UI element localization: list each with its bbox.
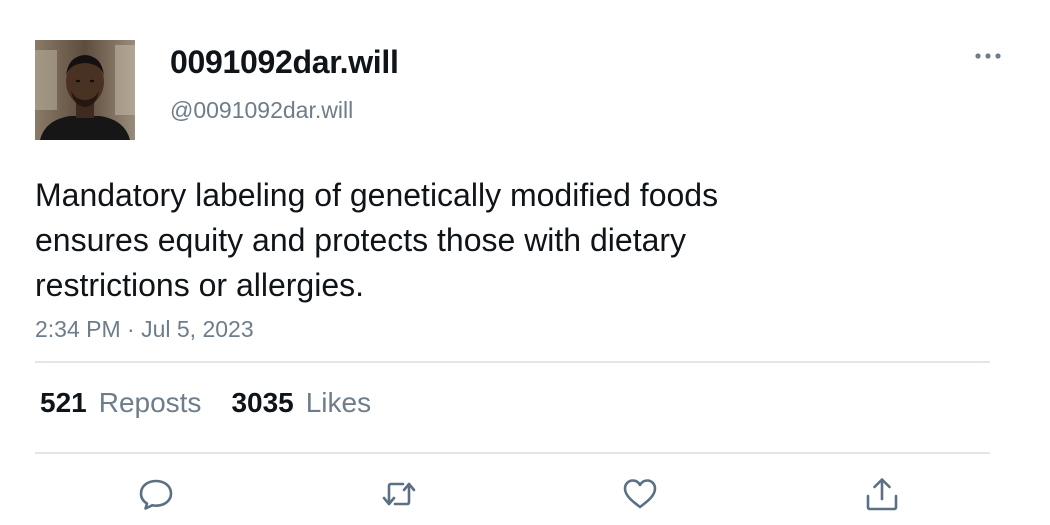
reposts-label: Reposts (98, 387, 202, 418)
more-options-button[interactable] (968, 44, 1008, 68)
tweet-text-line: Mandatory labeling of genetically modifi… (35, 177, 719, 213)
user-handle[interactable]: @0091092dar.will (170, 97, 353, 124)
likes-stat[interactable]: 3035 Likes (231, 387, 371, 419)
share-icon (866, 478, 898, 511)
display-name[interactable]: 0091092dar.will (170, 44, 399, 81)
tweet-card: 0091092dar.will @0091092dar.will Mandato… (0, 0, 1050, 525)
more-horizontal-icon (975, 53, 1001, 59)
tweet-text-line: restrictions or allergies. (35, 267, 364, 303)
engagement-stats: 521 Reposts 3035 Likes (40, 387, 371, 419)
heart-icon (623, 479, 657, 509)
reply-button[interactable] (134, 472, 178, 516)
divider (35, 361, 990, 363)
likes-label: Likes (305, 387, 372, 418)
reposts-stat[interactable]: 521 Reposts (40, 387, 201, 419)
avatar-image (35, 40, 135, 140)
likes-count: 3035 (231, 387, 294, 418)
repost-icon (382, 482, 416, 506)
repost-button[interactable] (377, 472, 421, 516)
tweet-text-line: ensures equity and protects those with d… (35, 222, 687, 258)
share-button[interactable] (860, 472, 904, 516)
divider (35, 452, 990, 454)
tweet-text: Mandatory labeling of genetically modifi… (35, 173, 835, 308)
reposts-count: 521 (40, 387, 87, 418)
tweet-timestamp[interactable]: 2:34 PM · Jul 5, 2023 (35, 316, 254, 343)
reply-icon (139, 479, 173, 510)
like-button[interactable] (618, 472, 662, 516)
avatar[interactable] (35, 40, 135, 140)
